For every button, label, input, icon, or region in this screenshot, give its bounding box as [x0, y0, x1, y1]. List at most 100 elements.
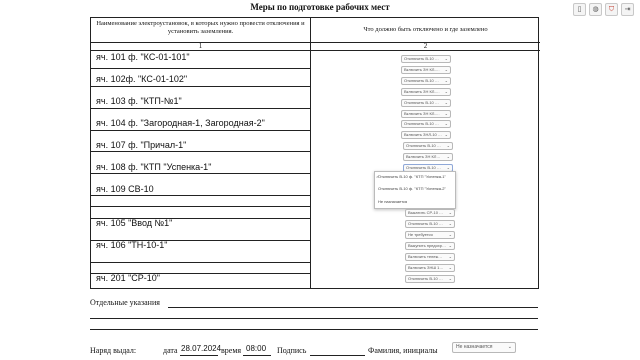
chevron-down-icon: ⌄ — [444, 121, 448, 126]
row-divider — [91, 173, 310, 174]
column-number-2: 2 — [423, 42, 428, 50]
date-underline — [180, 355, 218, 356]
chevron-down-icon: ⌄ — [444, 100, 448, 105]
dropdown-option[interactable]: Отключить В-10 ф. "КТП "Успенка-1" — [376, 174, 453, 179]
row-label: яч. 102ф. "КС-01-102" — [96, 74, 188, 84]
book-icon[interactable]: ▯ — [573, 3, 586, 16]
select-value: Включить ЗНШ 1… — [408, 265, 444, 270]
row-divider — [91, 262, 310, 263]
action-select[interactable]: Включить тележ… ⌄ — [405, 253, 455, 261]
row-divider — [91, 130, 310, 131]
column-divider — [310, 18, 311, 289]
action-select[interactable]: Включить ЗН КЛ-… ⌄ — [401, 110, 451, 118]
time-label: время — [221, 346, 242, 355]
row-label: яч. 105 "Ввод №1" — [96, 218, 173, 228]
notes-line[interactable] — [168, 307, 538, 308]
header-installations: Наименование электроустановок, в которых… — [96, 20, 305, 35]
action-select[interactable]: Включить ЗНШ 1… ⌄ — [405, 264, 455, 272]
action-select[interactable]: Включить ЗН КЛ-… ⌄ — [401, 88, 451, 96]
action-select[interactable]: Выкатить СР-10 … ⌄ — [405, 209, 455, 217]
chevron-down-icon: ⌄ — [446, 154, 450, 159]
select-value: Включить ЗН КЛ… — [406, 154, 441, 159]
chevron-down-icon: ⌄ — [448, 243, 452, 248]
select-value: Отключить В-10 … — [404, 100, 439, 105]
select-value: Отключить В-10 … — [408, 221, 443, 226]
action-select[interactable]: Отключить В-10 … ⌄ — [403, 142, 453, 150]
exit-icon[interactable]: ⇥ — [621, 3, 634, 16]
row-label: яч. 107 ф. "Причал-1" — [96, 140, 187, 150]
select-value: Отключить В-10 … — [408, 276, 443, 281]
notes-line[interactable] — [90, 318, 538, 319]
signature-label: Подпись — [277, 346, 307, 355]
select-value: Включить ЗН КЛ-… — [404, 111, 440, 116]
row-label: яч. 103 ф. "КТП-№1" — [96, 96, 182, 106]
time-field[interactable]: 08:00 — [246, 344, 266, 353]
select-value: Включить тележ… — [408, 254, 443, 259]
select-value: Отключить В-10 … — [406, 165, 441, 170]
chevron-down-icon: ⌄ — [507, 344, 512, 350]
action-dropdown-menu: Отключить В-10 ф. "КТП "Успенка-1" Отклю… — [374, 171, 456, 209]
header-actions: Что должно быть отключено и где заземлен… — [363, 26, 488, 33]
action-select[interactable]: Выкупить предохр… ⌄ — [405, 242, 455, 250]
toolbar: ▯ ◍ ⛉ ⇥ — [573, 3, 634, 16]
row-divider — [91, 68, 310, 69]
select-value: Включить ЗН КЛ-… — [404, 67, 440, 72]
row-label: яч. 104 ф. "Загородная-1, Загородная-2" — [96, 118, 265, 128]
chevron-down-icon: ⌄ — [448, 254, 452, 259]
select-value: Не требуется — [408, 232, 433, 237]
select-value: Отключить В-10 … — [404, 78, 439, 83]
row-label: яч. 109 СВ-10 — [96, 184, 154, 194]
name-label: Фамилия, инициалы — [368, 346, 438, 355]
notes-label: Отдельные указания — [90, 298, 160, 307]
date-field[interactable]: 28.07.2024 — [181, 344, 221, 353]
select-value: Включить ЗНЛ-10 … — [404, 132, 442, 137]
action-select[interactable]: Отключить В-10 … ⌄ — [405, 275, 455, 283]
row-divider — [91, 195, 310, 196]
select-value: Выкупить предохр… — [408, 243, 447, 248]
chevron-down-icon: ⌄ — [444, 56, 448, 61]
action-select[interactable]: Отключить В-10 … ⌄ — [401, 99, 451, 107]
row-label: яч. 106 "ТН-10-1" — [96, 240, 168, 250]
chevron-down-icon: ⌄ — [444, 78, 448, 83]
action-select[interactable]: Отключить В-10 … ⌄ — [401, 120, 451, 128]
chevron-down-icon: ⌄ — [448, 265, 452, 270]
chevron-down-icon: ⌄ — [444, 132, 448, 137]
select-value: Отключить В-10 … — [404, 121, 439, 126]
action-select[interactable]: Включить ЗН КЛ… ⌄ — [403, 153, 453, 161]
row-label: яч. 108 ф. "КТП "Успенка-1" — [96, 162, 212, 172]
notes-line[interactable] — [90, 329, 538, 330]
row-label: яч. 201 "СР-10" — [96, 273, 160, 283]
time-underline — [243, 355, 271, 356]
chevron-down-icon: ⌄ — [448, 221, 452, 226]
action-select[interactable]: Отключить В-10 … ⌄ — [405, 220, 455, 228]
select-value: Выкатить СР-10 … — [408, 210, 444, 215]
dropdown-option[interactable]: Не назначается — [378, 199, 453, 204]
select-value: Включить ЗН КЛ-… — [404, 89, 440, 94]
action-select[interactable]: Не требуется ⌄ — [405, 231, 455, 239]
row-divider — [91, 108, 310, 109]
dropdown-option[interactable]: Отключить В-10 ф. "КТП "Успенка-2" — [378, 186, 453, 191]
chevron-down-icon: ⌄ — [448, 276, 452, 281]
page-title: Меры по подготовке рабочих мест — [250, 2, 390, 12]
action-select[interactable]: Отключить В-10 … ⌄ — [401, 77, 451, 85]
row-label: яч. 101 ф. "КС-01-101" — [96, 52, 190, 62]
date-label: дата — [163, 346, 178, 355]
signature-line[interactable] — [310, 355, 365, 356]
action-select[interactable]: Включить ЗН КЛ-… ⌄ — [401, 66, 451, 74]
row-divider — [91, 151, 310, 152]
action-select[interactable]: Включить ЗНЛ-10 … ⌄ — [401, 131, 451, 139]
chevron-down-icon: ⌄ — [448, 210, 452, 215]
select-value: Отключить В-10 … — [406, 143, 441, 148]
select-value: Не назначается — [456, 344, 493, 350]
chevron-down-icon: ⌄ — [444, 67, 448, 72]
row-divider — [91, 206, 310, 207]
issued-label: Наряд выдал: — [90, 346, 137, 355]
globe-icon[interactable]: ◍ — [589, 3, 602, 16]
colnum-divider — [91, 50, 540, 51]
row-divider — [91, 86, 310, 87]
name-select[interactable]: Не назначается ⌄ — [452, 342, 516, 353]
select-value: Отключить В-10 … — [404, 56, 439, 61]
chevron-down-icon: ⌄ — [444, 111, 448, 116]
action-select[interactable]: Отключить В-10 … ⌄ — [401, 55, 451, 63]
shield-icon[interactable]: ⛉ — [605, 3, 618, 16]
